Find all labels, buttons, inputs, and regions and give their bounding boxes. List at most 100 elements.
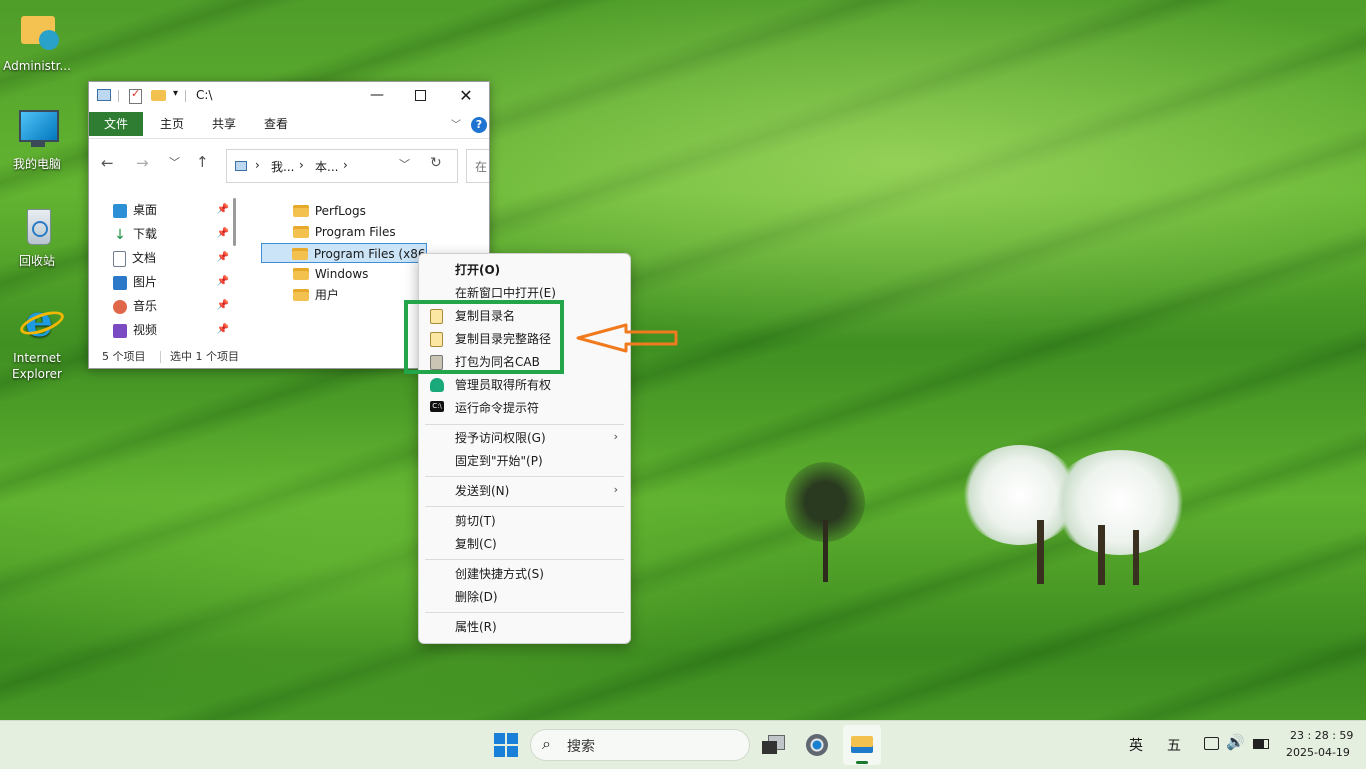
file-item-windows[interactable]: Windows [293,264,368,284]
menu-separator [425,612,624,613]
sidebar-item-pictures[interactable]: 图片 📌 [113,271,229,293]
check-mark: ✓ [131,87,141,100]
file-explorer-icon [851,736,873,753]
address-dropdown-chevron-icon[interactable]: ﹀ [399,156,410,172]
desktop-icon-recycle-bin[interactable]: 回收站 [0,203,74,269]
desktop-icon-internet-explorer[interactable]: e Internet Explorer [0,300,74,382]
menu-separator [425,424,624,425]
minimize-button[interactable]: — [365,82,389,110]
titlebar-divider [118,90,119,102]
taskbar-file-explorer-button[interactable] [843,725,881,765]
file-item-perflogs[interactable]: PerfLogs [293,201,366,221]
sidebar-item-videos[interactable]: 视频 📌 [113,319,229,341]
internet-explorer-icon: e [13,300,67,348]
network-icon[interactable] [1204,737,1219,750]
navigation-bar: ← → ﹀ ↑ › 我... › 本... › ﹀ ↻ 在 [89,144,489,184]
start-windows-icon[interactable] [494,733,518,757]
desktop-icon-administrator[interactable]: Administr... [0,8,74,74]
titlebar-divider [185,90,186,102]
download-icon: ↓ [114,226,126,243]
folder-icon [293,267,309,280]
menu-item-open[interactable]: 打开(O) [455,260,500,280]
menu-item-send-to[interactable]: 发送到(N) [455,481,509,501]
tab-file[interactable]: 文件 [89,112,143,136]
document-icon [113,250,126,267]
tab-share[interactable]: 共享 [199,112,249,136]
file-item-users[interactable]: 用户 [293,285,339,305]
help-icon[interactable]: ? [471,117,487,133]
sidebar-item-label: 文档 [132,251,157,265]
breadcrumb-separator-icon: › [343,158,348,172]
file-item-program-files[interactable]: Program Files [293,222,396,242]
sidebar-item-desktop[interactable]: 桌面 📌 [113,199,229,221]
window-titlebar[interactable]: ✓ ▾ C:\ — ✕ [89,82,489,110]
file-name: 用户 [314,288,339,302]
annotation-arrow-icon [576,323,678,353]
breadcrumb-separator-icon: › [299,158,304,172]
status-selected-count: 选中 1 个项目 [170,350,239,363]
ime-mode-indicator[interactable]: 五 [1167,735,1181,755]
pin-icon: 📌 [216,324,229,335]
tab-view[interactable]: 查看 [251,112,301,136]
tree-white-2 [1050,450,1190,555]
breadcrumb-item[interactable]: 我... [271,158,294,175]
folder-icon [293,225,309,238]
tree-white-trunk-3 [1133,530,1139,585]
menu-item-take-ownership[interactable]: 管理员取得所有权 [455,375,551,395]
search-box[interactable]: 在 [466,149,489,183]
new-folder-icon[interactable] [151,90,166,101]
close-button[interactable]: ✕ [455,84,477,108]
menu-item-properties[interactable]: 属性(R) [455,617,497,637]
search-placeholder: 在 [475,160,488,174]
menu-item-create-shortcut[interactable]: 创建快捷方式(S) [455,564,544,584]
desktop-icon-label: Internet Explorer [12,351,62,381]
tab-home[interactable]: 主页 [147,112,197,136]
file-item-program-files-x86[interactable]: Program Files (x86) [261,243,427,263]
task-view-icon[interactable] [762,735,785,755]
file-name: PerfLogs [314,204,366,218]
menu-item-pin-to-start[interactable]: 固定到"开始"(P) [455,451,543,471]
recycle-bin-icon [13,203,61,251]
sidebar-item-music[interactable]: 音乐 📌 [113,295,229,317]
ribbon-tabs: 文件 主页 共享 查看 ﹀ ? [89,112,489,136]
settings-gear-icon[interactable] [806,734,828,756]
clock-time[interactable]: 23 : 28 : 59 [1290,729,1353,742]
up-arrow-icon[interactable]: ↑ [196,153,209,171]
customize-toolbar-chevron-icon[interactable]: ▾ [173,88,178,99]
desktop-icon-label: 回收站 [18,254,55,268]
ime-language-indicator[interactable]: 英 [1129,735,1143,755]
sidebar-item-label: 图片 [133,275,158,289]
clock-date[interactable]: 2025-04-19 [1286,746,1350,759]
menu-item-copy[interactable]: 复制(C) [455,534,497,554]
menu-separator [425,506,624,507]
desktop-icon-my-computer[interactable]: 我的电脑 [0,106,74,172]
menu-item-grant-access[interactable]: 授予访问权限(G) [455,428,546,448]
expand-ribbon-chevron-icon[interactable]: ﹀ [451,116,461,131]
submenu-chevron-icon: › [613,430,618,443]
forward-arrow-icon[interactable]: → [136,154,149,172]
user-folder-icon [13,8,61,56]
menu-item-cut[interactable]: 剪切(T) [455,511,496,531]
admin-user-icon [430,378,444,392]
folder-icon [293,204,309,217]
battery-icon[interactable] [1253,739,1269,749]
tree-white-trunk-2 [1098,525,1105,585]
back-arrow-icon[interactable]: ← [101,154,114,172]
this-pc-icon [235,161,247,171]
maximize-button[interactable] [415,90,426,101]
menu-item-run-cmd[interactable]: 运行命令提示符 [455,398,539,418]
desktop-icon [113,203,127,218]
breadcrumb-item[interactable]: 本... [315,158,338,175]
desktop-icon-label: 我的电脑 [12,157,61,171]
sidebar-scrollbar[interactable] [233,198,236,246]
menu-item-delete[interactable]: 删除(D) [455,587,498,607]
sidebar-item-label: 视频 [133,323,158,337]
volume-icon[interactable]: 🔊 [1226,733,1245,751]
refresh-icon[interactable]: ↻ [430,155,442,171]
taskbar-search-label: 搜索 [567,739,595,755]
taskbar-search[interactable]: ⌕ 搜索 [530,729,750,761]
sidebar-item-documents[interactable]: 文档 📌 [113,247,229,269]
recent-locations-chevron-icon[interactable]: ﹀ [169,154,180,170]
address-bar[interactable]: › 我... › 本... › ﹀ ↻ [226,149,458,183]
sidebar-item-downloads[interactable]: ↓ 下载 📌 [113,223,229,245]
